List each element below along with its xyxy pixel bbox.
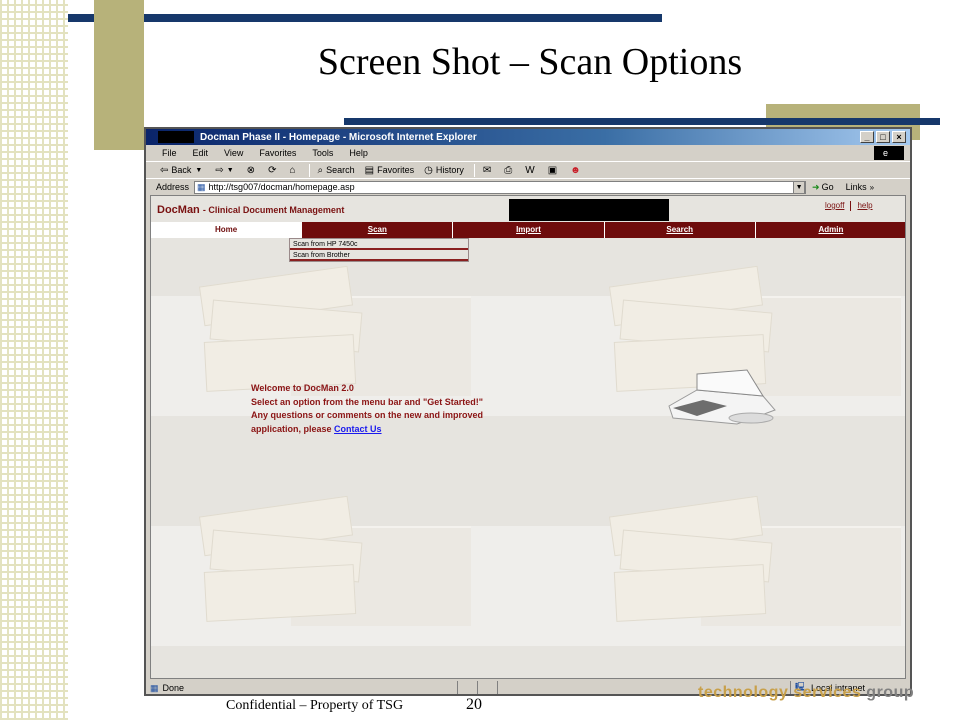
page-done-icon: ▦ xyxy=(150,682,159,693)
welcome-line: Welcome to DocMan 2.0 xyxy=(251,383,354,393)
browser-title-bar: Docman Phase II - Homepage - Microsoft I… xyxy=(146,129,910,145)
stop-button[interactable]: ⊗ xyxy=(247,165,258,176)
word-icon: W xyxy=(525,164,535,176)
go-arrow-icon: ➜ xyxy=(812,181,820,192)
browser-toolbar: ⇦ Back ▼ ⇨ ▼ ⊗ ⟳ ⌂ ⌕ Search ▤ Favorites … xyxy=(146,162,910,179)
link-divider xyxy=(850,201,852,211)
back-arrow-icon: ⇦ xyxy=(160,164,169,176)
nav-tab-home[interactable]: Home xyxy=(151,222,303,238)
maximize-button[interactable]: □ xyxy=(876,131,890,143)
slide-title: Screen Shot – Scan Options xyxy=(317,41,743,83)
print-button[interactable]: ⎙ xyxy=(504,165,515,176)
mail-button[interactable]: ✉ xyxy=(483,165,494,176)
favorites-button[interactable]: ▤ Favorites xyxy=(365,165,414,176)
discuss-button[interactable]: ▣ xyxy=(548,165,560,176)
chevron-down-icon: ▼ xyxy=(226,166,234,174)
print-icon: ⎙ xyxy=(504,164,513,176)
app-title: DocMan - Clinical Document Management xyxy=(157,204,344,216)
slide-hatch-pattern xyxy=(0,0,68,720)
status-text: Done xyxy=(162,683,185,693)
logoff-link[interactable]: logoff xyxy=(825,201,844,211)
chevron-down-icon: ▼ xyxy=(195,166,203,174)
toolbar-separator xyxy=(308,163,310,177)
slide-navy-bar-top xyxy=(68,14,662,22)
refresh-icon: ⟳ xyxy=(268,164,277,176)
welcome-line: Select an option from the menu bar and "… xyxy=(251,396,484,407)
browser-window: Docman Phase II - Homepage - Microsoft I… xyxy=(144,127,912,696)
scan-menu-item-hp[interactable]: Scan from HP 7450c xyxy=(290,239,468,250)
redacted-area xyxy=(509,199,669,221)
discuss-icon: ▣ xyxy=(547,164,558,176)
app-subtitle: - Clinical Document Management xyxy=(202,205,345,215)
redacted-area xyxy=(158,131,194,143)
address-label: Address xyxy=(156,182,190,192)
chevron-right-icon[interactable]: » xyxy=(870,183,874,192)
address-bar: Address ▦ http://tsg007/docman/homepage.… xyxy=(146,179,910,195)
toolbar-separator xyxy=(473,163,475,177)
messenger-button[interactable]: ☻ xyxy=(570,165,584,176)
go-button[interactable]: ➜ Go xyxy=(812,182,834,193)
search-button[interactable]: ⌕ Search xyxy=(318,165,355,176)
messenger-icon: ☻ xyxy=(570,164,581,176)
web-page: DocMan - Clinical Document Management lo… xyxy=(150,195,906,679)
mail-icon: ✉ xyxy=(482,164,492,176)
welcome-line: Any questions or comments on the new and… xyxy=(251,410,484,420)
menu-edit[interactable]: Edit xyxy=(193,148,209,158)
scan-menu-item-brother[interactable]: Scan from Brother xyxy=(290,250,468,261)
home-button[interactable]: ⌂ xyxy=(289,165,298,176)
scan-dropdown-menu: Scan from HP 7450c Scan from Brother xyxy=(289,238,469,262)
menu-file[interactable]: File xyxy=(162,148,177,158)
history-button[interactable]: ◷ History xyxy=(424,165,464,176)
refresh-button[interactable]: ⟳ xyxy=(268,165,279,176)
address-dropdown-button[interactable]: ▼ xyxy=(793,180,806,194)
window-controls: _ □ × xyxy=(860,131,906,143)
nav-tab-scan[interactable]: Scan xyxy=(302,222,454,238)
home-icon: ⌂ xyxy=(289,164,296,176)
contact-us-link[interactable]: Contact Us xyxy=(334,424,382,434)
minimize-button[interactable]: _ xyxy=(860,131,874,143)
tsg-logo: technology services group xyxy=(698,684,915,701)
favorites-icon: ▤ xyxy=(364,164,375,176)
nav-tab-search[interactable]: Search xyxy=(604,222,756,238)
top-links: logoff help xyxy=(819,201,879,211)
page-number: 20 xyxy=(466,696,482,713)
background-paper-stack xyxy=(601,495,901,626)
menu-tools[interactable]: Tools xyxy=(312,148,333,158)
menu-view[interactable]: View xyxy=(224,148,243,158)
browser-menu-bar: File Edit View Favorites Tools Help e xyxy=(146,145,910,162)
nav-tab-import[interactable]: Import xyxy=(453,222,605,238)
footer-confidential: Confidential – Property of TSG xyxy=(226,698,404,713)
menu-help[interactable]: Help xyxy=(349,148,368,158)
scanner-image xyxy=(668,369,776,425)
close-button[interactable]: × xyxy=(892,131,906,143)
slide-olive-block-left xyxy=(94,0,144,150)
nav-tab-admin[interactable]: Admin xyxy=(755,222,905,238)
background-paper-stack xyxy=(191,265,471,396)
forward-arrow-icon: ⇨ xyxy=(215,164,224,176)
history-icon: ◷ xyxy=(424,164,433,176)
edit-button[interactable]: W xyxy=(525,165,537,176)
slide-navy-bar-mid xyxy=(344,118,940,125)
stop-icon: ⊗ xyxy=(246,164,256,176)
menu-favorites[interactable]: Favorites xyxy=(259,148,296,158)
forward-button[interactable]: ⇨ ▼ xyxy=(215,165,236,176)
background-paper-stack xyxy=(191,495,471,626)
search-icon: ⌕ xyxy=(317,164,324,176)
back-button[interactable]: ⇦ Back ▼ xyxy=(160,165,205,176)
app-name: DocMan xyxy=(157,204,200,216)
welcome-line: application, please Contact Us xyxy=(251,423,382,434)
window-title: Docman Phase II - Homepage - Microsoft I… xyxy=(200,131,477,143)
page-icon: ▦ xyxy=(197,181,206,192)
address-url: http://tsg007/docman/homepage.asp xyxy=(208,182,355,192)
ie-throbber-icon: e xyxy=(874,146,904,160)
main-nav-bar: Home Scan Import Search Admin xyxy=(151,222,905,238)
address-input[interactable]: ▦ http://tsg007/docman/homepage.asp ▼ xyxy=(194,180,807,194)
links-button[interactable]: Links xyxy=(846,182,867,192)
welcome-message: Welcome to DocMan 2.0 Select an option f… xyxy=(251,382,483,436)
help-link[interactable]: help xyxy=(857,201,872,211)
